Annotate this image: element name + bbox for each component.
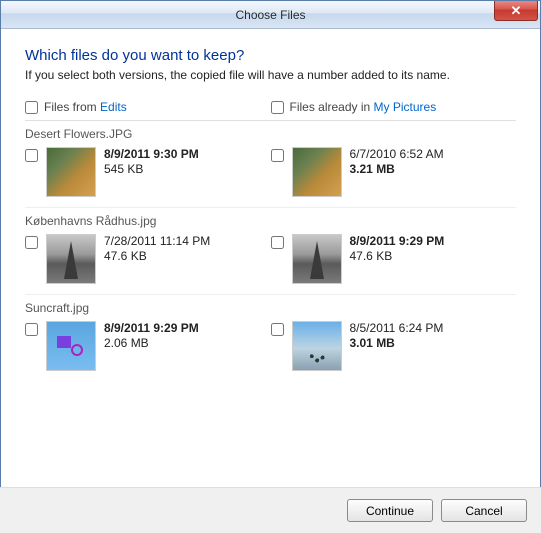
thumbnail-icon <box>292 147 342 197</box>
file-checkbox[interactable] <box>25 149 38 162</box>
conflict-group: Desert Flowers.JPG 8/9/2011 9:30 PM 545 … <box>25 127 516 208</box>
conflict-group: Københavns Rådhus.jpg 7/28/2011 11:14 PM… <box>25 214 516 295</box>
file-size: 2.06 MB <box>104 336 199 350</box>
thumbnail-icon <box>292 234 342 284</box>
file-name: Københavns Rådhus.jpg <box>25 214 516 228</box>
file-name: Suncraft.jpg <box>25 301 516 315</box>
dialog-heading: Which files do you want to keep? <box>25 47 516 64</box>
file-size: 3.21 MB <box>350 162 444 176</box>
column-right-label: Files already in My Pictures <box>290 100 437 114</box>
file-checkbox[interactable] <box>271 323 284 336</box>
conflict-group: Suncraft.jpg 8/9/2011 9:29 PM 2.06 MB 8/… <box>25 301 516 381</box>
thumbnail-icon <box>46 321 96 371</box>
file-checkbox[interactable] <box>271 149 284 162</box>
close-icon: ✕ <box>511 3 522 19</box>
file-date: 6/7/2010 6:52 AM <box>350 147 444 161</box>
select-all-left-checkbox[interactable] <box>25 101 38 114</box>
file-date: 8/5/2011 6:24 PM <box>350 321 444 335</box>
file-size: 545 KB <box>104 162 199 176</box>
file-option-left[interactable]: 8/9/2011 9:30 PM 545 KB <box>25 147 271 197</box>
close-button[interactable]: ✕ <box>494 1 538 21</box>
file-checkbox[interactable] <box>271 236 284 249</box>
dest-folder-link[interactable]: My Pictures <box>374 100 437 114</box>
file-size: 47.6 KB <box>104 249 210 263</box>
source-folder-link[interactable]: Edits <box>100 100 127 114</box>
file-option-right[interactable]: 8/5/2011 6:24 PM 3.01 MB <box>271 321 517 371</box>
window-title: Choose Files <box>235 8 305 22</box>
column-left: Files from Edits <box>25 100 271 114</box>
file-option-left[interactable]: 7/28/2011 11:14 PM 47.6 KB <box>25 234 271 284</box>
file-date: 7/28/2011 11:14 PM <box>104 234 210 248</box>
select-all-right-checkbox[interactable] <box>271 101 284 114</box>
file-date: 8/9/2011 9:30 PM <box>104 147 199 161</box>
thumbnail-icon <box>292 321 342 371</box>
file-option-right[interactable]: 6/7/2010 6:52 AM 3.21 MB <box>271 147 517 197</box>
file-checkbox[interactable] <box>25 323 38 336</box>
file-size: 3.01 MB <box>350 336 444 350</box>
file-size: 47.6 KB <box>350 249 445 263</box>
continue-button[interactable]: Continue <box>347 499 433 522</box>
titlebar: Choose Files ✕ <box>1 1 540 29</box>
columns-header: Files from Edits Files already in My Pic… <box>25 100 516 121</box>
dialog-footer: Continue Cancel <box>0 487 541 533</box>
file-date: 8/9/2011 9:29 PM <box>104 321 199 335</box>
dialog-subheading: If you select both versions, the copied … <box>25 68 516 82</box>
file-option-right[interactable]: 8/9/2011 9:29 PM 47.6 KB <box>271 234 517 284</box>
cancel-button[interactable]: Cancel <box>441 499 527 522</box>
file-option-left[interactable]: 8/9/2011 9:29 PM 2.06 MB <box>25 321 271 371</box>
column-left-label: Files from Edits <box>44 100 127 114</box>
file-name: Desert Flowers.JPG <box>25 127 516 141</box>
file-date: 8/9/2011 9:29 PM <box>350 234 445 248</box>
file-checkbox[interactable] <box>25 236 38 249</box>
dialog-content: Which files do you want to keep? If you … <box>1 29 540 381</box>
column-right: Files already in My Pictures <box>271 100 517 114</box>
thumbnail-icon <box>46 147 96 197</box>
thumbnail-icon <box>46 234 96 284</box>
